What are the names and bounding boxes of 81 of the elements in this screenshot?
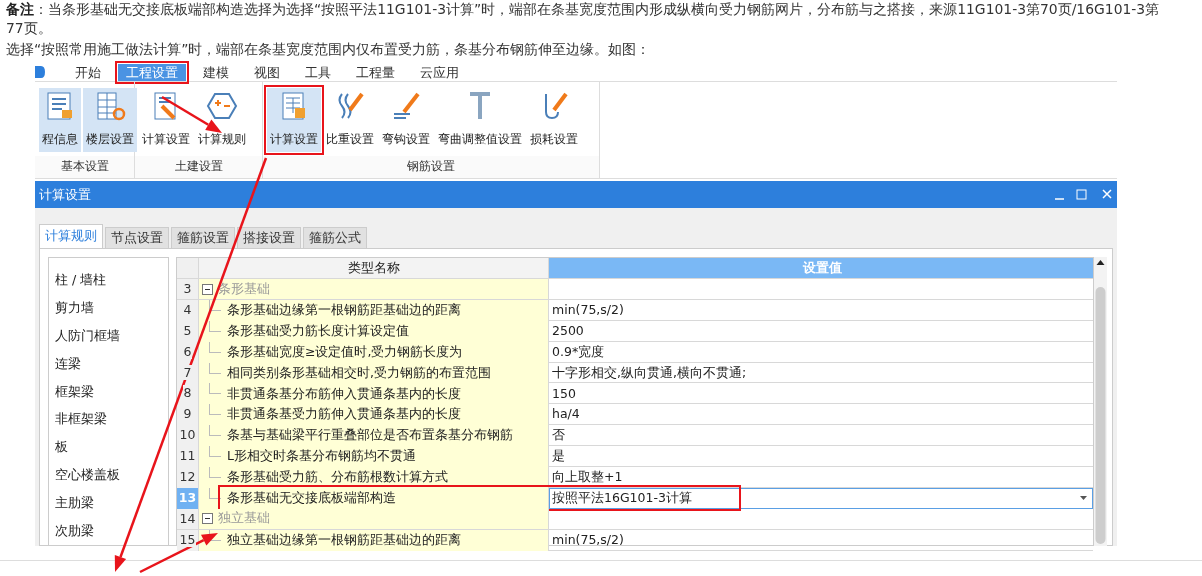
category-item[interactable]: 非框架梁 bbox=[55, 405, 107, 434]
ribbon-tab[interactable]: 工程量 bbox=[348, 63, 403, 81]
dialog-tab[interactable]: 计算规则 bbox=[39, 224, 103, 248]
setting-name: 条形基础边缘第一根钢筋距基础边的距离 bbox=[227, 301, 461, 319]
group-name: 独立基础 bbox=[218, 509, 270, 528]
ribbon-button[interactable]: 程信息 bbox=[39, 88, 81, 152]
ribbon-tab[interactable]: 建模 bbox=[195, 63, 237, 81]
note-text: 备注：当条形基础无交接底板端部构造选择为选择“按照平法11G101-3计算”时，端部在条基宽度范围内形成纵横向受力钢筋网片，分布筋与之搭接，来源11G101-3第70页/16G101-3第77页。 bbox=[5, 0, 1161, 38]
dialog-tab[interactable]: 箍筋设置 bbox=[171, 227, 235, 248]
hexagon-plus-minus-icon bbox=[206, 90, 238, 122]
group-label: 钢筋设置 bbox=[263, 156, 599, 178]
row-number: 4 bbox=[177, 299, 199, 321]
setting-name: 独立基础边缘第一根钢筋距基础边的距离 bbox=[227, 530, 461, 549]
ribbon-button[interactable]: 损耗设置 bbox=[527, 88, 581, 152]
setting-name: L形相交时条基分布钢筋均不贯通 bbox=[227, 447, 416, 466]
caret-icon bbox=[1080, 496, 1087, 501]
setting-name: 条形基础受力筋长度计算设定值 bbox=[227, 321, 409, 340]
ribbon-button[interactable]: 楼层设置 bbox=[83, 88, 137, 152]
dialog-tab[interactable]: 箍筋公式 bbox=[303, 227, 367, 248]
dropdown-field[interactable]: 按照平法16G101-3计算 bbox=[549, 487, 1093, 509]
ribbon-button[interactable]: 弯曲调整值设置 bbox=[435, 88, 525, 152]
setting-value: 十字形相交,纵向贯通,横向不贯通; bbox=[552, 363, 747, 382]
setting-value: 是 bbox=[552, 447, 565, 466]
setting-name: 非贯通条基受力筋伸入贯通条基内的长度 bbox=[227, 405, 461, 424]
row-number: 13 bbox=[177, 487, 199, 509]
row-number: 11 bbox=[177, 446, 199, 468]
ribbon-tab[interactable]: 开始 bbox=[67, 63, 109, 81]
dialog-title: 计算设置 bbox=[39, 185, 91, 204]
arrow bbox=[161, 95, 222, 133]
ribbon-tab[interactable]: 云应用 bbox=[412, 63, 467, 81]
column-header: 设置值 bbox=[803, 258, 842, 277]
setting-value: 150 bbox=[552, 384, 576, 403]
collapse-icon[interactable] bbox=[202, 513, 213, 525]
setting-value: min(75,s/2) bbox=[552, 301, 624, 319]
dialog-tab[interactable]: 搭接设置 bbox=[237, 227, 301, 248]
ribbon-button[interactable]: 计算规则 bbox=[195, 88, 249, 152]
category-item[interactable]: 空心楼盖板 bbox=[55, 461, 120, 490]
category-item[interactable]: 框架梁 bbox=[55, 377, 94, 406]
row-number: 12 bbox=[177, 467, 199, 488]
setting-name: 条基与基础梁平行重叠部位是否布置条基分布钢筋 bbox=[227, 426, 513, 445]
collapse-icon[interactable] bbox=[202, 283, 213, 295]
category-item[interactable]: 主肋梁 bbox=[55, 489, 94, 518]
setting-name: 条形基础宽度≥设定值时,受力钢筋长度为 bbox=[227, 342, 463, 361]
ribbon-tab[interactable]: 工具 bbox=[297, 63, 339, 81]
app-menu-icon[interactable] bbox=[35, 64, 45, 80]
setting-value: 2500 bbox=[552, 321, 584, 340]
window-controls-drawing[interactable] bbox=[1053, 188, 1113, 201]
note-text: 选择“按照常用施工做法计算”时，端部在条基宽度范围内仅布置受力筋，条基分布钢筋伸至边缘。如图： bbox=[5, 40, 652, 59]
category-item[interactable]: 人防门框墙 bbox=[55, 321, 120, 350]
setting-value: ha/4 bbox=[552, 405, 580, 424]
ribbon-button[interactable]: 计算设置 bbox=[267, 88, 321, 152]
row-number: 10 bbox=[177, 425, 199, 447]
column-header: 类型名称 bbox=[347, 258, 400, 277]
category-item[interactable]: 次肋梁 bbox=[55, 517, 94, 546]
category-item[interactable]: 板 bbox=[55, 433, 68, 462]
row-number: 9 bbox=[177, 404, 199, 426]
setting-value: 否 bbox=[552, 426, 565, 445]
setting-name: 条形基础无交接底板端部构造 bbox=[227, 489, 396, 508]
building-gear-icon bbox=[94, 90, 126, 122]
row-number: 8 bbox=[177, 383, 199, 405]
setting-name: 相同类别条形基础相交时,受力钢筋的布置范围 bbox=[227, 363, 491, 382]
category-item[interactable]: 剪力墙 bbox=[55, 293, 94, 322]
ribbon-tab[interactable]: 视图 bbox=[246, 63, 288, 81]
setting-value: 0.9*宽度 bbox=[552, 342, 605, 361]
group-label: 基本设置 bbox=[35, 156, 134, 178]
category-item[interactable]: 柱 / 墙柱 bbox=[55, 266, 107, 294]
dialog-tab[interactable]: 节点设置 bbox=[105, 227, 169, 248]
ribbon-button[interactable]: 比重设置 bbox=[323, 88, 377, 152]
group-label: 土建设置 bbox=[135, 156, 262, 178]
row-number: 3 bbox=[177, 279, 199, 299]
setting-name: 条形基础受力筋、分布筋根数计算方式 bbox=[227, 468, 448, 487]
category-item[interactable]: 连梁 bbox=[55, 349, 81, 378]
ribbon-button[interactable]: 弯钩设置 bbox=[379, 88, 433, 152]
scrollbar[interactable] bbox=[1094, 257, 1107, 546]
row-number: 5 bbox=[177, 320, 199, 342]
setting-value: min(75,s/2) bbox=[552, 530, 624, 549]
setting-value: 向上取整+1 bbox=[552, 468, 623, 487]
row-number: 14 bbox=[177, 508, 199, 529]
ribbon-button[interactable]: 计算设置 bbox=[139, 88, 193, 152]
group-name: 条形基础 bbox=[218, 279, 270, 298]
setting-name: 非贯通条基分布筋伸入贯通条基内的长度 bbox=[227, 384, 461, 403]
